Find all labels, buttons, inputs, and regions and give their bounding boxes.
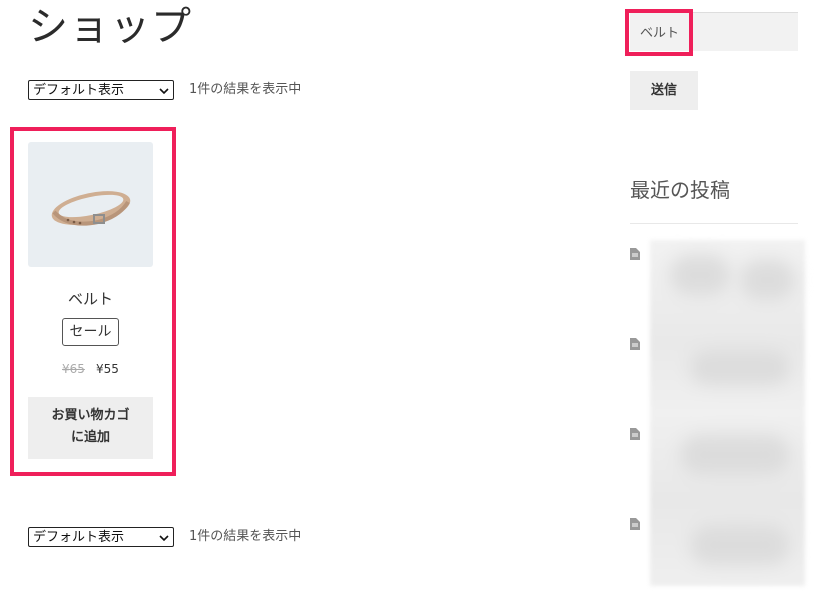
result-count-top: 1件の結果を表示中: [189, 82, 302, 97]
document-icon: [630, 428, 640, 440]
document-icon: [630, 338, 640, 350]
belt-image-icon: [51, 191, 131, 226]
chevron-down-icon: [159, 88, 169, 95]
search-input-value: ベルト: [640, 26, 680, 41]
product-title[interactable]: ベルト: [28, 288, 153, 309]
result-count-bottom: 1件の結果を表示中: [189, 529, 302, 544]
document-icon: [630, 248, 640, 260]
search-submit-button[interactable]: 送信: [630, 71, 698, 110]
price-sale: ¥55: [96, 362, 119, 376]
recent-posts-list-blurred: [650, 240, 805, 586]
widget-divider: [630, 223, 798, 224]
orderby-selected-label: デフォルト表示: [33, 83, 125, 98]
product-image[interactable]: [28, 142, 153, 267]
sale-badge: セール: [62, 318, 119, 346]
recent-posts-title: 最近の投稿: [630, 178, 730, 202]
orderby-select-bottom[interactable]: デフォルト表示: [28, 527, 174, 547]
document-icon: [630, 518, 640, 530]
orderby-selected-label: デフォルト表示: [33, 530, 125, 545]
add-to-cart-label-line1: お買い物カゴ: [51, 408, 130, 423]
orderby-select-top[interactable]: デフォルト表示: [28, 80, 174, 100]
add-to-cart-button[interactable]: お買い物カゴ に追加: [28, 397, 153, 459]
page-title: ショップ: [28, 4, 192, 50]
add-to-cart-label-line2: に追加: [70, 430, 110, 445]
chevron-down-icon: [159, 535, 169, 542]
price-regular: ¥65: [62, 362, 85, 376]
